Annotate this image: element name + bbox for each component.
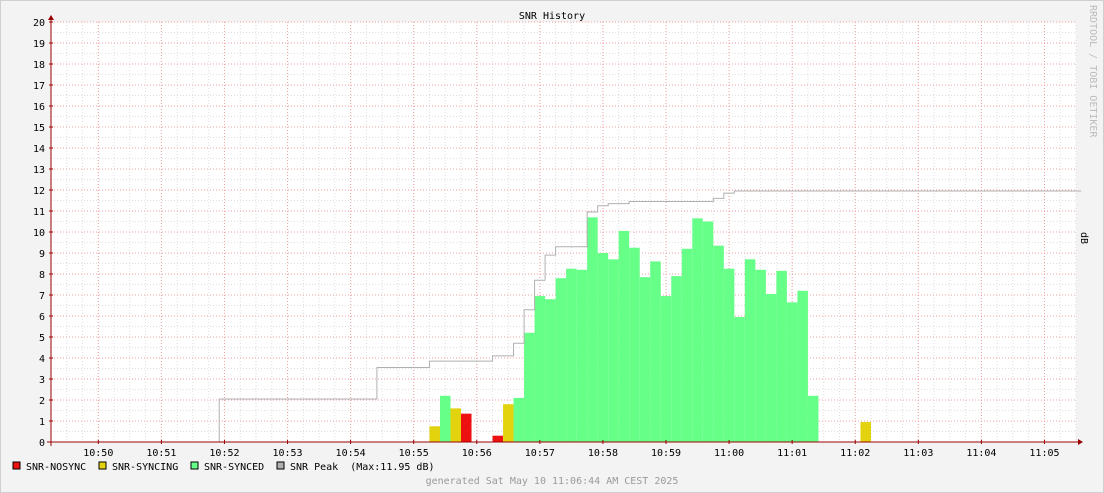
bar-snr-synced [555, 278, 567, 442]
legend-swatch-synced [190, 461, 199, 470]
generated-footer: generated Sat May 10 11:06:44 AM CEST 20… [426, 476, 679, 487]
bar-snr-synced [786, 302, 798, 442]
x-tick-label: 10:54 [336, 448, 366, 459]
y-tick-label: 0 [39, 438, 45, 449]
bar-snr-synced [807, 395, 819, 442]
bar-snr-syncing [860, 422, 871, 442]
y-tick-labels: 01234567891011121314151617181920 [33, 18, 45, 449]
x-tick-label: 11:01 [777, 448, 807, 459]
y-tick-label: 17 [33, 81, 45, 92]
x-tick-label: 10:53 [272, 448, 302, 459]
legend-swatch-syncing [98, 461, 107, 470]
bar-snr-synced [534, 296, 546, 442]
bar-snr-synced [776, 270, 787, 442]
y-axis-arrow [48, 15, 54, 20]
x-tick-label: 10:57 [525, 448, 555, 459]
bar-snr-synced [545, 299, 556, 442]
bar-snr-synced [755, 269, 766, 442]
y-tick-label: 8 [39, 270, 45, 281]
bar-snr-synced [702, 221, 714, 442]
y-axis-label: dB [1078, 232, 1089, 244]
bar-snr-synced [723, 268, 735, 442]
y-tick-label: 1 [39, 417, 45, 428]
bar-snr-synced [618, 230, 630, 442]
y-tick-label: 10 [33, 228, 45, 239]
y-tick-label: 5 [39, 333, 45, 344]
bar-snr-synced [650, 261, 661, 442]
rrdtool-watermark: RRDTOOL / TOBI OETIKER [1087, 5, 1098, 138]
snr-history-chart: SNR History RRDTOOL / TOBI OETIKER dB 0 1… [12, 5, 1098, 487]
y-tick-label: 4 [39, 354, 45, 365]
bar-snr-syncing [450, 408, 461, 442]
y-tick-label: 6 [39, 312, 45, 323]
y-tick-label: 13 [33, 165, 45, 176]
legend-label-synced: SNR-SYNCED [204, 462, 264, 473]
bar-snr-synced [713, 245, 724, 442]
bar-snr-syncing [429, 426, 440, 442]
y-tick-label: 18 [33, 60, 45, 71]
legend: SNR-NOSYNC SNR-SYNCING SNR-SYNCED SNR Peak … [12, 461, 435, 473]
bar-snr-synced [639, 277, 651, 442]
y-tick-label: 9 [39, 249, 45, 260]
y-tick-label: 11 [33, 207, 45, 218]
x-tick-label: 10:50 [83, 448, 113, 459]
y-tick-label: 12 [33, 186, 45, 197]
bar-snr-synced [765, 293, 777, 442]
bar-snr-synced [671, 276, 682, 442]
x-tick-label: 11:03 [903, 448, 933, 459]
bar-snr-nosync [492, 435, 504, 442]
x-axis-arrow [1078, 439, 1083, 445]
bar-snr-synced [744, 259, 756, 442]
legend-label-peak: SNR Peak (Max:11.95 dB) [290, 462, 435, 473]
bar-snr-synced [734, 317, 745, 442]
bar-snr-synced [692, 218, 703, 442]
bar-snr-synced [797, 290, 808, 442]
y-tick-label: 2 [39, 396, 45, 407]
bar-snr-synced [587, 217, 598, 442]
bar-snr-nosync [461, 413, 472, 442]
x-tick-label: 10:58 [588, 448, 618, 459]
x-tick-label: 10:55 [399, 448, 429, 459]
legend-label-nosync: SNR-NOSYNC [26, 462, 86, 473]
y-tick-label: 20 [33, 18, 45, 29]
legend-swatch-peak [276, 461, 285, 470]
x-tick-label: 11:00 [714, 448, 744, 459]
bar-snr-synced [597, 253, 609, 442]
x-tick-label: 10:59 [651, 448, 681, 459]
bar-snr-syncing [503, 404, 514, 442]
bar-snr-synced [524, 332, 535, 442]
bar-snr-synced [439, 395, 451, 442]
y-tick-label: 3 [39, 375, 45, 386]
y-tick-label: 19 [33, 39, 45, 50]
y-tick-label: 14 [33, 144, 45, 155]
bar-snr-synced [629, 247, 640, 442]
bar-snr-synced [681, 248, 693, 442]
x-tick-label: 10:51 [146, 448, 176, 459]
bar-snr-synced [566, 268, 577, 442]
legend-swatch-nosync [12, 461, 21, 470]
bar-snr-synced [513, 397, 525, 442]
x-tick-label: 11:02 [840, 448, 870, 459]
bar-snr-synced [660, 296, 672, 442]
x-tick-label: 11:05 [1029, 448, 1059, 459]
bar-snr-synced [608, 259, 619, 442]
chart-title: SNR History [519, 11, 585, 22]
x-tick-label: 10:52 [209, 448, 239, 459]
x-tick-labels: 10:50 10:51 10:52 10:53 10:54 10:55 10:56 10:57… [83, 448, 1059, 459]
y-tick-label: 15 [33, 123, 45, 134]
x-tick-label: 11:04 [966, 448, 996, 459]
bar-snr-synced [576, 269, 588, 442]
x-tick-label: 10:56 [462, 448, 492, 459]
y-tick-label: 16 [33, 102, 45, 113]
legend-label-syncing: SNR-SYNCING [112, 462, 178, 473]
y-tick-label: 7 [39, 291, 45, 302]
